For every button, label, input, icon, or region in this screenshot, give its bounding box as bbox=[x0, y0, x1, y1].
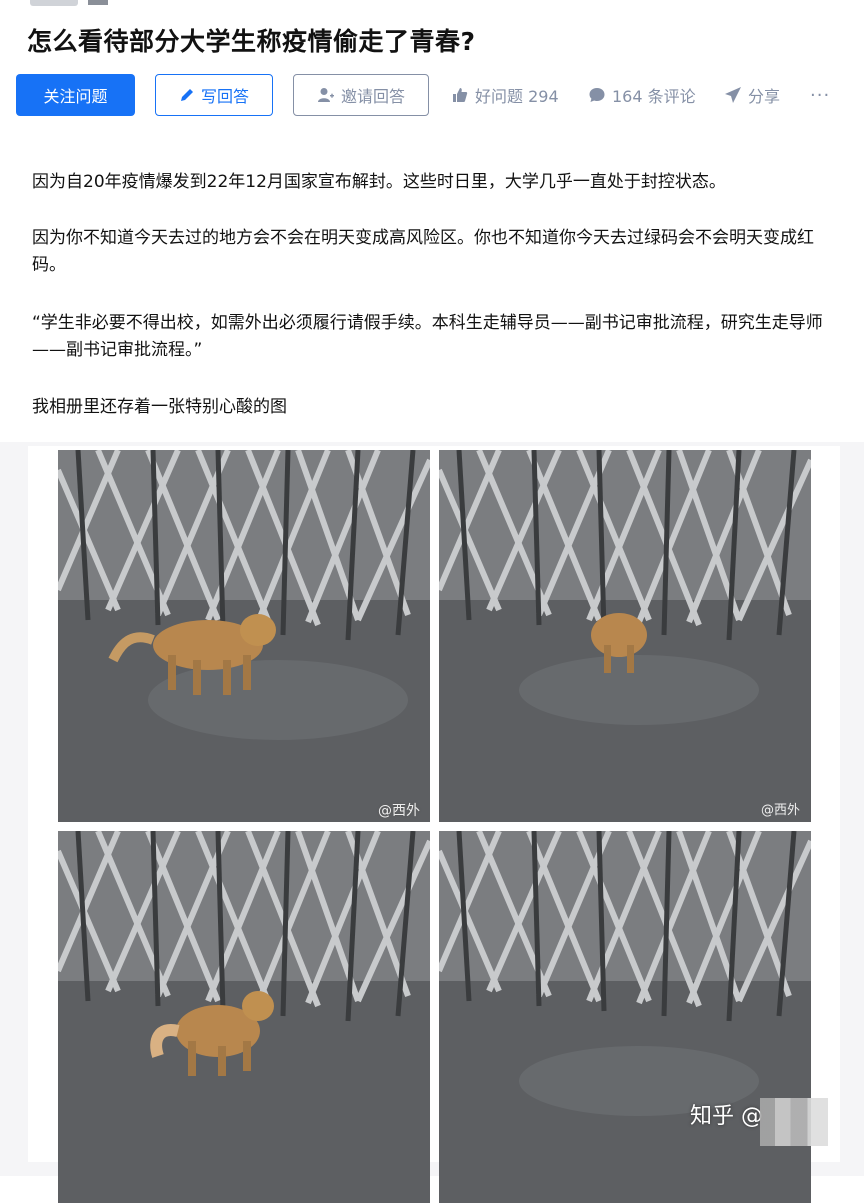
question-actions: 关注问题 写回答 邀请回答 好问题 294 164 条评论 分享 ··· bbox=[16, 74, 856, 116]
answer-paragraph: 因为自20年疫情爆发到22年12月国家宣布解封。这些时日里，大学几乎一直处于封控… bbox=[32, 172, 726, 192]
pencil-icon bbox=[180, 89, 193, 101]
thumbs-up-icon bbox=[453, 88, 468, 102]
header-remnant-2 bbox=[88, 0, 108, 5]
photo-watermark-left: @西外 bbox=[378, 803, 420, 819]
answer-paragraph: 因为你不知道今天去过的地方会不会在明天变成高风险区。你也不知道你今天去过绿码会不… bbox=[32, 228, 814, 275]
invite-answer-button[interactable]: 邀请回答 bbox=[293, 74, 429, 116]
follow-question-label: 关注问题 bbox=[43, 87, 108, 106]
more-options-label: ··· bbox=[810, 84, 831, 106]
comment-bubble-icon bbox=[589, 88, 605, 102]
good-question-button[interactable]: 好问题 294 bbox=[451, 74, 559, 116]
share-label: 分享 bbox=[748, 87, 781, 106]
photo-watermark: @西外 bbox=[761, 803, 800, 818]
photo-panel-bottom-right bbox=[439, 831, 811, 1203]
answer-content: 因为自20年疫情爆发到22年12月国家宣布解封。这些时日里，大学几乎一直处于封控… bbox=[6, 136, 864, 452]
follow-question-button[interactable]: 关注问题 bbox=[16, 74, 135, 116]
zhihu-watermark: 知乎 @ bbox=[690, 1104, 763, 1129]
paper-plane-icon bbox=[725, 87, 741, 103]
invite-answer-label: 邀请回答 bbox=[340, 87, 405, 106]
photo-panel-top-left bbox=[58, 450, 430, 822]
comments-button[interactable]: 164 条评论 bbox=[588, 74, 696, 116]
question-title: 怎么看待部分大学生称疫情偷走了青春? bbox=[27, 27, 476, 56]
answer-paragraph: 我相册里还存着一张特别心酸的图 bbox=[32, 397, 287, 417]
add-user-icon bbox=[317, 88, 334, 102]
write-answer-label: 写回答 bbox=[200, 87, 249, 106]
blurred-username bbox=[760, 1098, 828, 1146]
more-options-button[interactable]: ··· bbox=[810, 74, 830, 116]
photo-panel-top-right: @西外 bbox=[439, 450, 811, 822]
header-remnant bbox=[30, 0, 78, 6]
answer-paragraph: “学生非必要不得出校，如需外出必须履行请假手续。本科生走辅导员——副书记审批流程… bbox=[32, 313, 823, 360]
share-button[interactable]: 分享 bbox=[724, 74, 780, 116]
good-question-label: 好问题 294 bbox=[475, 87, 559, 106]
photo-panel-bottom-left bbox=[58, 831, 430, 1203]
write-answer-button[interactable]: 写回答 bbox=[155, 74, 273, 116]
comments-label: 164 条评论 bbox=[612, 87, 696, 106]
